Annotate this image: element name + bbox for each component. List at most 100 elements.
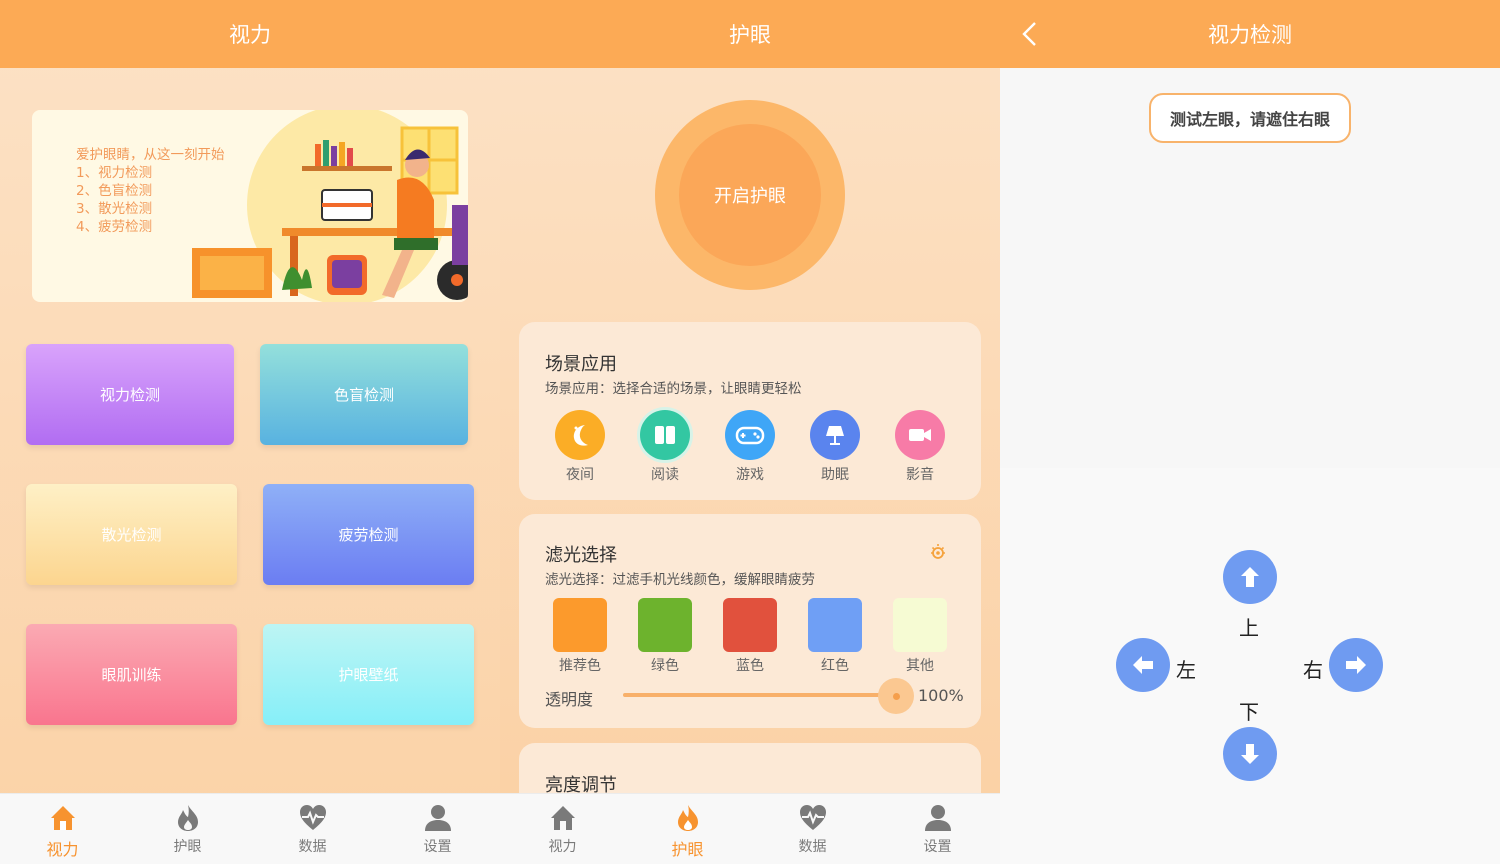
scene-sleep[interactable]: 助眠 — [800, 410, 870, 484]
opacity-slider-track[interactable] — [623, 693, 895, 697]
nav-item-settings[interactable]: 设置 — [875, 794, 1000, 864]
video-camera-icon — [895, 410, 945, 460]
tile-label: 护眼壁纸 — [338, 666, 399, 684]
bottom-nav: 视力 护眼 数据 设置 — [0, 793, 500, 864]
nav-item-vision[interactable]: 视力 — [500, 794, 625, 864]
swatch-color — [893, 598, 947, 652]
scene-label: 夜间 — [566, 467, 594, 483]
tile-eye-muscle-training[interactable]: 眼肌训练 — [26, 624, 237, 725]
right-label: 右 — [1303, 658, 1323, 682]
swatch-color — [808, 598, 862, 652]
swatch-color — [638, 598, 692, 652]
tile-astigmatism-test[interactable]: 散光检测 — [26, 484, 237, 585]
nav-label: 数据 — [798, 839, 827, 855]
home-icon — [50, 806, 75, 830]
tile-label: 色盲检测 — [333, 386, 394, 404]
opacity-label: 透明度 — [545, 690, 594, 709]
swatch-label: 推荐色 — [559, 658, 601, 674]
start-eyecare-label: 开启护眼 — [714, 186, 786, 207]
direction-control-area — [1000, 468, 1500, 864]
vision-screen: 视力 爱护眼睛，从这一刻开始 1、视力检测 2、色盲检测 3、散光检测 4、疲劳… — [0, 0, 500, 864]
nav-label: 数据 — [298, 839, 327, 855]
filter-card-title: 滤光选择 — [545, 545, 617, 566]
swatch-blue[interactable]: 蓝色 — [715, 598, 785, 675]
tile-vision-test[interactable]: 视力检测 — [26, 344, 234, 445]
heart-pulse-icon — [299, 805, 326, 830]
bottom-nav: 视力 护眼 数据 设置 — [500, 793, 1000, 864]
nav-label: 护眼 — [173, 839, 202, 855]
promo-banner[interactable]: 爱护眼睛，从这一刻开始 1、视力检测 2、色盲检测 3、散光检测 4、疲劳检测 — [32, 110, 468, 302]
right-button[interactable] — [1329, 638, 1383, 692]
nav-label: 设置 — [423, 839, 452, 855]
user-icon — [924, 805, 951, 831]
scene-label: 阅读 — [651, 467, 679, 483]
scene-label: 影音 — [906, 467, 934, 483]
nav-item-data[interactable]: 数据 — [750, 794, 875, 864]
swatch-color — [553, 598, 607, 652]
heart-pulse-icon — [799, 805, 826, 830]
swatch-label: 绿色 — [651, 658, 679, 674]
swatch-recommended[interactable]: 推荐色 — [545, 598, 615, 675]
swatch-label: 其他 — [906, 658, 934, 674]
opacity-slider-thumb[interactable] — [878, 678, 914, 714]
test-instruction: 测试左眼，请遮住右眼 — [1149, 93, 1351, 143]
vision-test-screen: 视力检测 测试左眼，请遮住右眼 上 左 右 下 — [1000, 0, 1500, 864]
desk-illustration — [192, 110, 468, 302]
start-eyecare-button[interactable]: 开启护眼 — [655, 100, 845, 290]
scene-media[interactable]: 影音 — [885, 410, 955, 484]
scene-night[interactable]: 夜间 — [545, 410, 615, 484]
eyecare-screen: 护眼 开启护眼 场景应用 场景应用：选择合适的场景，让眼睛更轻松 夜间 阅读 游… — [500, 0, 1000, 864]
page-title: 护眼 — [729, 23, 771, 47]
arrow-down-icon — [1241, 744, 1259, 764]
app-bar: 视力 — [0, 0, 500, 68]
down-label: 下 — [1239, 700, 1259, 724]
nav-item-data[interactable]: 数据 — [250, 794, 375, 864]
moon-icon — [555, 410, 605, 460]
scene-label: 游戏 — [736, 467, 764, 483]
thumb-dot — [892, 692, 900, 700]
tile-colorblind-test[interactable]: 色盲检测 — [260, 344, 468, 445]
up-button[interactable] — [1223, 550, 1277, 604]
nav-label: 护眼 — [671, 840, 704, 859]
opacity-value: 100% — [918, 686, 964, 705]
swatch-label: 蓝色 — [736, 658, 764, 674]
scene-reading[interactable]: 阅读 — [630, 410, 700, 484]
scene-label: 助眠 — [821, 467, 849, 483]
left-button[interactable] — [1116, 638, 1170, 692]
nav-item-eyecare[interactable]: 护眼 — [125, 794, 250, 864]
swatch-color — [723, 598, 777, 652]
filter-card-subtitle: 滤光选择：过滤手机光线颜色，缓解眼睛疲劳 — [545, 572, 815, 588]
swatch-other[interactable]: 其他 — [885, 598, 955, 675]
swatch-red[interactable]: 红色 — [800, 598, 870, 675]
tile-label: 眼肌训练 — [101, 666, 162, 684]
page-title: 视力检测 — [1208, 23, 1292, 47]
scene-card-subtitle: 场景应用：选择合适的场景，让眼睛更轻松 — [545, 381, 802, 397]
arrow-up-icon — [1241, 567, 1259, 587]
tile-label: 散光检测 — [101, 526, 162, 544]
nav-item-vision[interactable]: 视力 — [0, 794, 125, 864]
nav-item-eyecare[interactable]: 护眼 — [625, 794, 750, 864]
app-bar: 护眼 — [500, 0, 1000, 68]
sun-icon[interactable] — [927, 541, 949, 563]
flame-icon — [177, 805, 198, 831]
arrow-right-icon — [1346, 656, 1366, 674]
start-eyecare-inner: 开启护眼 — [679, 124, 821, 266]
lamp-icon — [810, 410, 860, 460]
nav-label: 设置 — [923, 839, 952, 855]
nav-item-settings[interactable]: 设置 — [375, 794, 500, 864]
scene-card: 场景应用 场景应用：选择合适的场景，让眼睛更轻松 夜间 阅读 游戏 助眠 影音 — [519, 322, 981, 500]
nav-label: 视力 — [46, 840, 79, 859]
down-button[interactable] — [1223, 727, 1277, 781]
nav-label: 视力 — [548, 839, 577, 855]
scene-card-title: 场景应用 — [545, 354, 617, 375]
tile-label: 疲劳检测 — [338, 526, 399, 544]
swatch-green[interactable]: 绿色 — [630, 598, 700, 675]
tile-fatigue-test[interactable]: 疲劳检测 — [263, 484, 474, 585]
back-arrow-icon[interactable] — [1018, 20, 1042, 48]
home-icon — [550, 806, 575, 830]
scene-game[interactable]: 游戏 — [715, 410, 785, 484]
up-label: 上 — [1239, 616, 1259, 640]
user-icon — [424, 805, 451, 831]
tile-eye-wallpaper[interactable]: 护眼壁纸 — [263, 624, 474, 725]
filter-card: 滤光选择 滤光选择：过滤手机光线颜色，缓解眼睛疲劳 推荐色 绿色 蓝色 红色 其… — [519, 514, 981, 728]
